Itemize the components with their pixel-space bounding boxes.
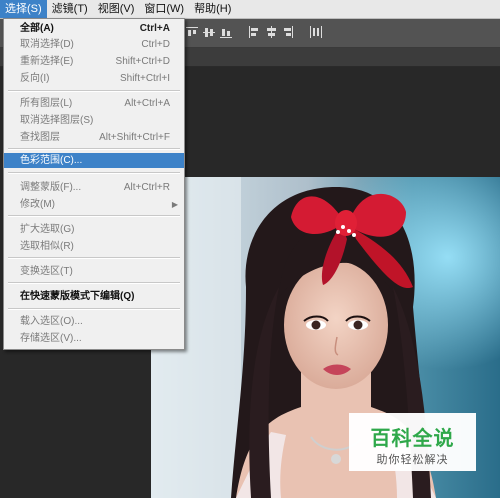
select-menu-dropdown: 全部(A) Ctrl+A 取消选择(D) Ctrl+D 重新选择(E) Shif… <box>3 18 185 350</box>
menu-item-find-layers[interactable]: 查找图层 Alt+Shift+Ctrl+F <box>4 130 184 145</box>
menu-item-deselect-layers[interactable]: 取消选择图层(S) <box>4 113 184 128</box>
menu-bar: 选择(S) 滤镜(T) 视图(V) 窗口(W) 帮助(H) <box>0 0 500 19</box>
menu-separator <box>8 90 180 92</box>
menu-item-inverse[interactable]: 反向(I) Shift+Ctrl+I <box>4 71 184 86</box>
menu-item-all-layers[interactable]: 所有图层(L) Alt+Ctrl+A <box>4 96 184 111</box>
menu-item-grow[interactable]: 扩大选取(G) <box>4 222 184 237</box>
watermark-logo-text: 百科全说 <box>370 428 455 450</box>
menu-filter[interactable]: 滤镜(T) <box>47 0 93 18</box>
menu-item-similar[interactable]: 选取相似(R) <box>4 239 184 254</box>
menu-separator <box>8 282 180 284</box>
menu-item-reselect[interactable]: 重新选择(E) Shift+Ctrl+D <box>4 54 184 69</box>
menu-separator <box>8 308 180 310</box>
photoshop-window: 选择(S) 滤镜(T) 视图(V) 窗口(W) 帮助(H) 全部(A) Ctrl… <box>0 0 500 498</box>
menu-item-select-all[interactable]: 全部(A) Ctrl+A <box>4 21 184 36</box>
align-left-icon[interactable] <box>247 25 261 39</box>
menu-item-color-range[interactable]: 色彩范围(C)... <box>4 153 184 168</box>
menu-window[interactable]: 窗口(W) <box>139 0 189 18</box>
menu-view[interactable]: 视图(V) <box>93 0 140 18</box>
align-horizontal-center-icon[interactable] <box>264 25 278 39</box>
menu-select[interactable]: 选择(S) <box>0 0 47 18</box>
align-right-icon[interactable] <box>281 25 295 39</box>
distribute-icon[interactable] <box>309 25 323 39</box>
align-bottom-icon[interactable] <box>219 25 233 39</box>
align-top-icon[interactable] <box>185 25 199 39</box>
menu-help[interactable]: 帮助(H) <box>189 0 236 18</box>
menu-separator <box>8 257 180 259</box>
menu-separator <box>8 172 180 174</box>
menu-item-deselect[interactable]: 取消选择(D) Ctrl+D <box>4 37 184 52</box>
submenu-arrow-icon: ▶ <box>171 200 178 209</box>
watermark-logo: 百科全说 助你轻松解决 <box>349 413 476 471</box>
menu-item-transform-selection[interactable]: 变换选区(T) <box>4 264 184 279</box>
menu-item-refine-mask[interactable]: 调整蒙版(F)... Alt+Ctrl+R <box>4 180 184 195</box>
align-vertical-center-icon[interactable] <box>202 25 216 39</box>
menu-item-load-selection[interactable]: 载入选区(O)... <box>4 314 184 329</box>
menu-item-save-selection[interactable]: 存储选区(V)... <box>4 331 184 346</box>
menu-item-modify[interactable]: 修改(M) ▶ <box>4 197 184 212</box>
menu-separator <box>8 215 180 217</box>
menu-separator <box>8 148 180 150</box>
align-distribute-group <box>185 25 323 39</box>
watermark-slogan: 助你轻松解决 <box>376 454 449 466</box>
menu-item-quick-mask[interactable]: 在快速蒙版模式下编辑(Q) <box>4 289 184 304</box>
